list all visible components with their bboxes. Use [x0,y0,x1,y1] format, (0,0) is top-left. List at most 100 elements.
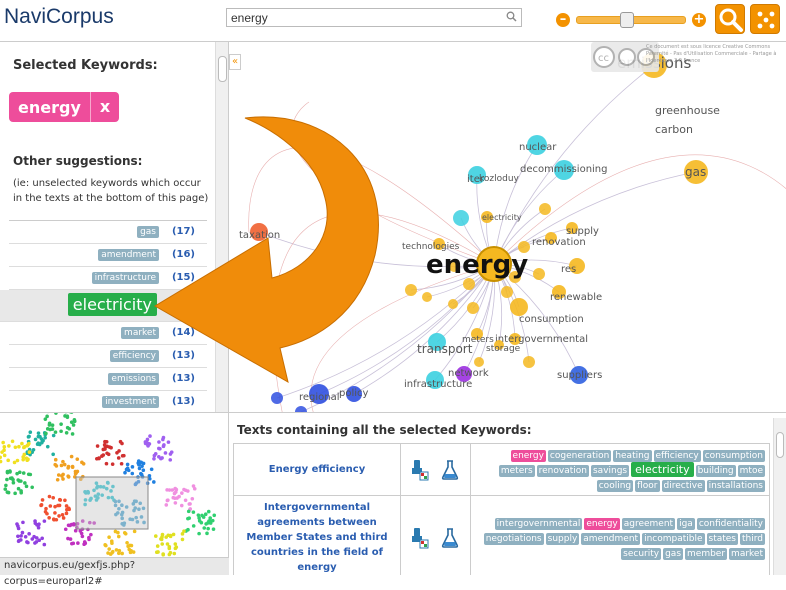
texts-scrollbar-thumb[interactable] [776,432,784,458]
suggestion-count[interactable]: (14) [172,327,195,338]
keyword-tag[interactable]: savings [591,465,629,477]
keyword-tag[interactable]: building [696,465,736,477]
texts-scrollbar[interactable] [773,418,786,575]
keyword-tag[interactable]: states [707,533,739,545]
graph-node-label[interactable]: infrastructure [404,379,472,390]
suggestion-row[interactable]: amendment(16) [9,244,207,267]
graph-node-label[interactable]: transport [417,342,473,356]
suggestion-keyword[interactable]: gas [137,226,159,238]
graph-node-label[interactable]: supply [566,226,599,237]
graph-canvas[interactable]: emissionsgreenhousecarbongasnucleardecom… [229,42,786,412]
graph-node[interactable] [474,357,484,367]
suggestion-count[interactable]: (13) [172,396,195,407]
keyword-tag[interactable]: consumption [703,450,765,462]
keyword-tag[interactable]: negotiations [484,533,544,545]
graph-node[interactable] [523,356,535,368]
graph-node-label[interactable]: decommissioning [520,164,608,175]
keyword-tag[interactable]: efficiency [654,450,701,462]
remove-keyword-button[interactable]: x [90,92,119,122]
graph-node-label[interactable]: network [448,368,489,379]
suggestion-row[interactable]: investment (13) [9,391,207,412]
suggestion-row[interactable]: market (14) [9,322,207,345]
keyword-tag[interactable]: amendment [581,533,640,545]
magnifier-button[interactable] [715,4,745,34]
suggestion-count[interactable]: (13) [172,350,195,361]
selected-keyword-label[interactable]: energy [9,98,90,117]
suggestion-keyword[interactable]: investment [102,396,159,408]
graph-node-label[interactable]: storage [486,344,521,354]
minimap-canvas[interactable] [0,413,229,557]
minimap-viewport[interactable] [76,477,148,529]
app-logo[interactable]: NaviCorpus [4,5,114,29]
graph-node[interactable] [271,392,283,404]
keyword-tag[interactable]: iga [677,518,695,530]
keyword-tag[interactable]: electricity [631,462,693,477]
graph-node-label[interactable]: kozloduy [479,174,520,184]
keyword-tag[interactable]: agreement [622,518,675,530]
keyword-tag[interactable]: member [685,548,727,560]
keyword-tag[interactable]: energy [511,450,546,462]
keyword-tag[interactable]: incompatible [642,533,704,545]
graph-node[interactable] [453,210,469,226]
graph-node-label[interactable]: consumption [519,314,584,325]
zoom-slider[interactable] [576,16,686,24]
keyword-tag[interactable]: heating [613,450,651,462]
collapse-panel-button[interactable]: « [229,54,241,70]
graph-center-label[interactable]: energy [426,250,528,280]
keyword-tag[interactable]: renovation [537,465,589,477]
document-download-icon[interactable] [411,527,429,549]
graph-node-label[interactable]: gas [685,165,706,179]
left-scrollbar[interactable] [215,42,229,412]
search-icon[interactable] [506,11,517,22]
graph-node-label[interactable]: taxation [239,230,280,241]
suggestion-count[interactable]: (15) [172,272,195,283]
zoom-out-button[interactable]: – [556,13,570,27]
suggestion-row[interactable]: gas (17) [9,221,207,244]
graph-node-label[interactable]: greenhouse [655,104,720,117]
keyword-tag[interactable]: security [621,548,661,560]
keyword-graph[interactable]: emissionsgreenhousecarbongasnucleardecom… [229,42,786,412]
graph-node-label[interactable]: policy [339,388,369,399]
graph-node-label[interactable]: suppliers [557,370,602,381]
keyword-tag[interactable]: third [740,533,765,545]
graph-node[interactable] [501,286,513,298]
keyword-tag[interactable]: directive [662,480,705,492]
suggestion-row[interactable]: electricity [0,290,207,322]
search-input[interactable] [226,8,522,27]
graph-node[interactable] [405,284,417,296]
graph-node[interactable] [539,203,551,215]
graph-node[interactable] [422,292,432,302]
suggestion-count[interactable]: (13) [172,373,195,384]
suggestion-row[interactable]: emissions (13) [9,368,207,391]
graph-node-label[interactable]: nuclear [519,142,557,153]
keyword-tag[interactable]: meters [499,465,535,477]
graph-node[interactable] [448,299,458,309]
graph-node-label[interactable]: regional [299,392,340,403]
keyword-tag[interactable]: gas [663,548,683,560]
left-scrollbar-thumb[interactable] [218,56,227,82]
zoom-slider-handle[interactable] [620,12,634,28]
keyword-tag[interactable]: confidentiality [697,518,765,530]
document-download-icon[interactable] [411,459,429,481]
suggestion-count[interactable]: (17) [172,226,195,237]
keyword-tag[interactable]: supply [546,533,580,545]
graph-node-label[interactable]: renovation [532,237,586,248]
suggestion-keyword[interactable]: infrastructure [92,272,159,284]
keyword-tag[interactable]: installations [707,480,765,492]
document-title-link[interactable]: Intergovernmental agreements between Mem… [234,496,401,576]
zoom-in-button[interactable]: + [692,13,706,27]
keyword-tag[interactable]: energy [584,518,619,530]
suggestion-row[interactable]: infrastructure (15) [9,267,207,290]
suggestion-keyword[interactable]: market [121,327,159,339]
document-title-link[interactable]: Energy efficiency [234,444,401,496]
suggestion-keyword[interactable]: efficiency [110,350,159,362]
graph-minimap[interactable] [0,412,229,557]
graph-node-label[interactable]: electricity [482,213,522,222]
suggestion-keyword[interactable]: amendment [98,249,159,261]
suggestion-keyword[interactable]: electricity [68,293,157,316]
keyword-tag[interactable]: floor [635,480,659,492]
suggestion-keyword[interactable]: emissions [108,373,159,385]
keyword-tag[interactable]: market [729,548,765,560]
keyword-tag[interactable]: intergovernmental [495,518,583,530]
random-layout-button[interactable] [750,4,780,34]
